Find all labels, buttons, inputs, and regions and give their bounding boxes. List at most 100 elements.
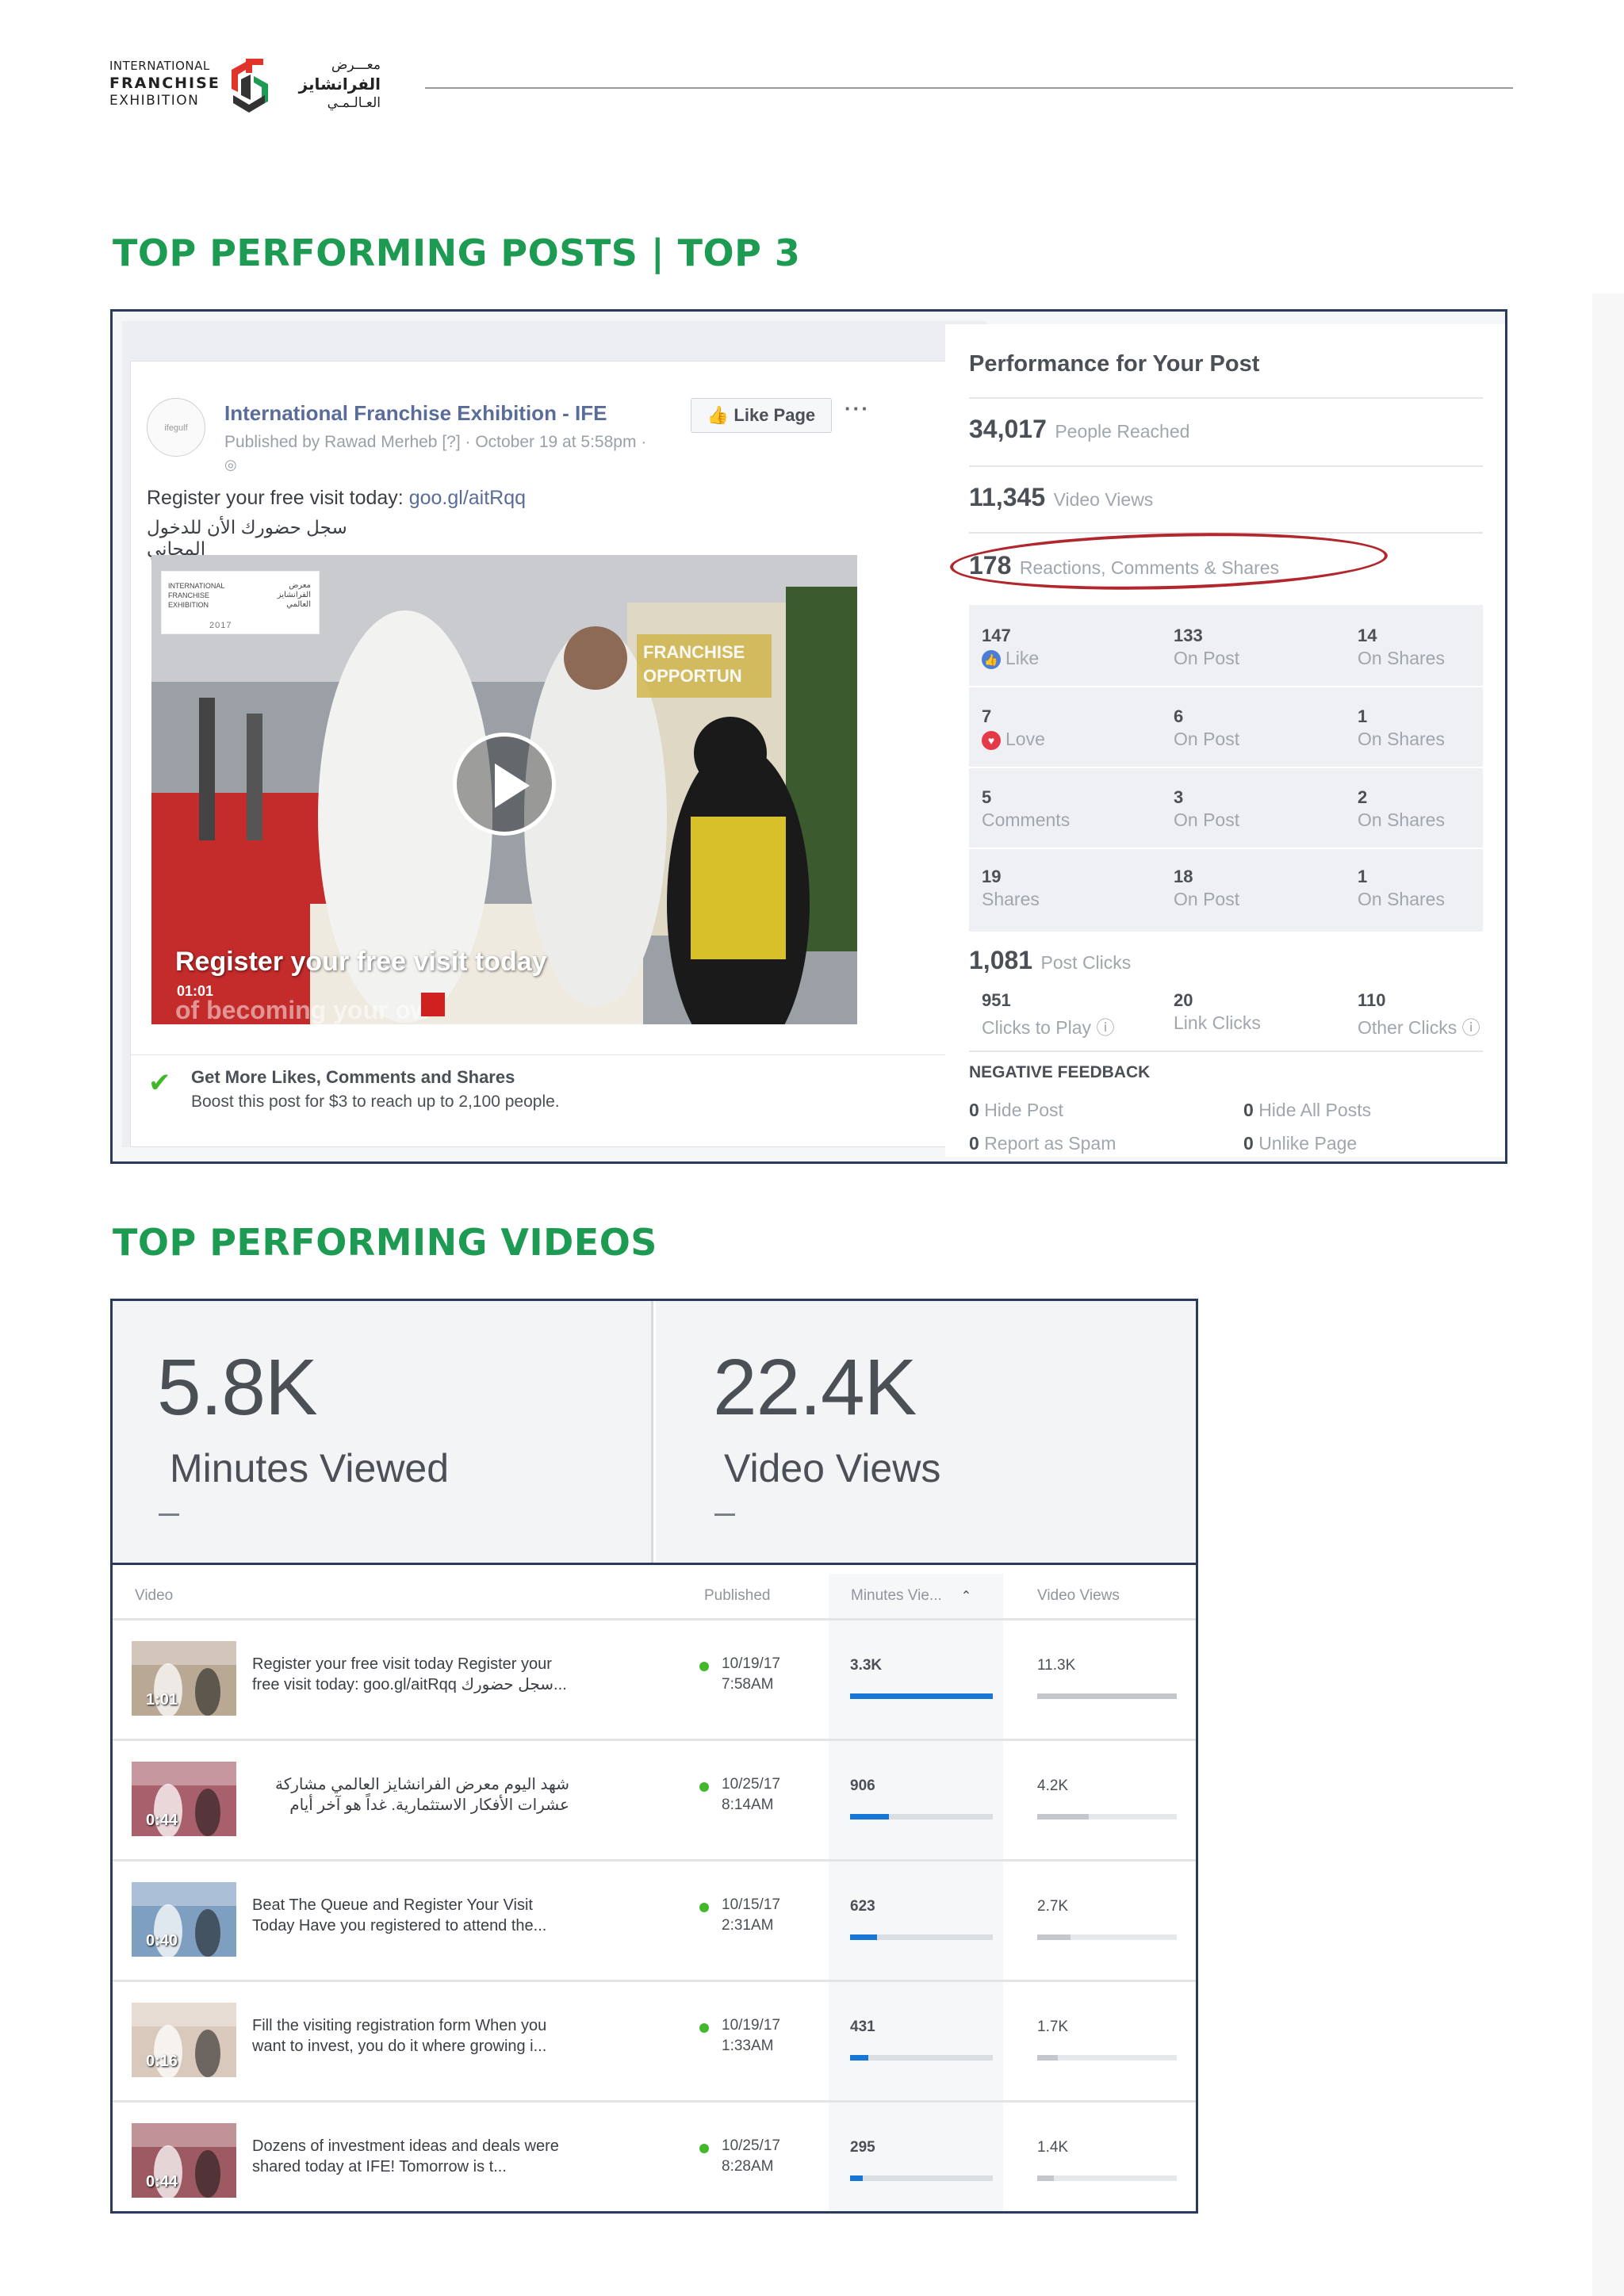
performance-panel: Performance for Your Post 34,017 People … — [945, 324, 1505, 1157]
logo-english-text: INTERNATIONAL FRANCHISE EXHIBITION — [109, 57, 220, 109]
published-status-dot — [699, 2144, 709, 2153]
comments-on-post-count: 3 — [1174, 787, 1184, 807]
link-clicks: 20 Link Clicks — [1174, 990, 1261, 1034]
video-thumbnail[interactable]: 0:44 — [132, 2123, 236, 2198]
video-logo-ar: معرض الفرانشايز العالمي — [277, 581, 311, 609]
post-video[interactable]: INTERNATIONAL FRANCHISE EXHIBITION معرض … — [151, 555, 857, 1024]
clicks-to-play: 951 Clicks to Play ⓘ — [982, 990, 1114, 1039]
post-clicks-label: Post Clicks — [1040, 952, 1132, 973]
like-count: 147 — [982, 626, 1011, 645]
grid-divider — [969, 848, 1483, 849]
video-ife-logo: INTERNATIONAL FRANCHISE EXHIBITION معرض … — [161, 571, 320, 634]
logo-en-line-3: EXHIBITION — [109, 93, 200, 109]
page-avatar[interactable]: ifegulf — [147, 398, 205, 457]
minutes-bar-fill — [850, 1934, 877, 1940]
video-table-row[interactable]: 0:44 شهد اليوم معرض الفرانشايز العالمي مش… — [113, 1741, 1196, 1862]
minutes-bar-fill — [850, 1814, 889, 1820]
video-views-value: 1.4K — [1037, 2139, 1069, 2156]
other-clicks-label: Other Clicks — [1358, 1017, 1457, 1038]
shares-label: Shares — [982, 889, 1040, 909]
info-icon[interactable]: ⓘ — [1096, 1017, 1114, 1038]
minutes-bar-track — [850, 1934, 993, 1940]
like-label: Like — [1005, 648, 1040, 668]
column-header-video[interactable]: Video — [135, 1574, 173, 1623]
like-on-post-count: 133 — [1174, 626, 1203, 645]
published-day: 10/25/17 — [722, 1776, 780, 1793]
minutes-bar-fill — [850, 1693, 993, 1699]
boost-title[interactable]: Get More Likes, Comments and Shares — [191, 1067, 515, 1088]
shares-count: 19 — [982, 867, 1002, 886]
published-date: 10/15/17 2:31AM — [722, 1895, 780, 1936]
views-bar-fill — [1037, 1693, 1177, 1699]
video-table-row[interactable]: 0:44 Dozens of investment ideas and deals… — [113, 2103, 1196, 2211]
video-table-row[interactable]: 1:01 Register your free visit today Regis… — [113, 1621, 1196, 1741]
video-thumbnail[interactable]: 0:40 — [132, 1882, 236, 1957]
page-name-link[interactable]: International Franchise Exhibition - IFE — [224, 401, 607, 426]
video-title[interactable]: Fill the visiting registration form When… — [252, 2015, 569, 2058]
video-caption: Register your free visit today — [175, 947, 547, 977]
more-options-icon[interactable]: ··· — [845, 396, 870, 421]
video-duration: 0:40 — [146, 1932, 178, 1950]
post-screenshot: ifegulf International Franchise Exhibiti… — [110, 309, 1507, 1164]
video-title[interactable]: Beat The Queue and Register Your Visit T… — [252, 1895, 569, 1938]
video-title[interactable]: Dozens of investment ideas and deals wer… — [252, 2136, 569, 2179]
logo-mark-icon — [232, 59, 268, 113]
video-table-row[interactable]: 0:40 Beat The Queue and Register Your Vis… — [113, 1862, 1196, 1982]
checkmark-icon: ✔ — [148, 1068, 171, 1098]
views-bar-track — [1037, 1934, 1177, 1940]
section-title-top-posts: TOP PERFORMING POSTS | TOP 3 — [113, 232, 801, 274]
negative-divider — [969, 1050, 1483, 1052]
grid-divider — [969, 686, 1483, 687]
video-title[interactable]: Register your free visit today Register … — [252, 1654, 569, 1697]
published-time: 8:14AM — [722, 1797, 774, 1813]
video-views-value: 4.2K — [1037, 1777, 1069, 1794]
post-link[interactable]: goo.gl/aitRqq — [409, 487, 526, 509]
boost-subtitle: Boost this post for $3 to reach up to 2,… — [191, 1093, 560, 1111]
logo-ar-line-3: العـالـمـي — [327, 95, 381, 111]
video-views-value: 2.7K — [1037, 1898, 1069, 1915]
video-views-card: 22.4K Video Views — [656, 1301, 1196, 1563]
published-date: 10/25/17 8:14AM — [722, 1774, 780, 1816]
video-thumbnail[interactable]: 0:44 — [132, 1762, 236, 1836]
minutes-bar-track — [850, 1814, 993, 1820]
column-header-views[interactable]: Video Views — [1037, 1574, 1120, 1623]
views-bar-track — [1037, 2055, 1177, 2061]
minutes-bar-fill — [850, 2175, 863, 2181]
play-icon[interactable] — [453, 733, 556, 836]
kpi-dash — [714, 1513, 735, 1516]
shares-on-shares: 1 On Shares — [1358, 867, 1505, 910]
other-clicks-value: 110 — [1358, 990, 1386, 1010]
like-total: 147 👍 Like — [982, 626, 1156, 669]
unlike-page-value: 0 — [1243, 1133, 1254, 1154]
info-icon[interactable]: ⓘ — [1462, 1017, 1480, 1038]
grid-divider — [969, 767, 1483, 768]
column-header-published[interactable]: Published — [704, 1574, 770, 1623]
published-date: 10/19/17 7:58AM — [722, 1654, 780, 1695]
report-spam: 0 Report as Spam — [969, 1133, 1116, 1154]
chevron-up-icon[interactable]: ⌃ — [961, 1575, 971, 1619]
published-day: 10/19/17 — [722, 1655, 780, 1672]
video-title[interactable]: شهد اليوم معرض الفرانشايز العالمي مشاركة… — [252, 1774, 569, 1817]
comments-on-post: 3 On Post — [1174, 787, 1348, 831]
video-table-row[interactable]: 0:16 Fill the visiting registration form … — [113, 1982, 1196, 2103]
video-thumbnail[interactable]: 0:16 — [132, 2003, 236, 2077]
facebook-post-panel: ifegulf International Franchise Exhibiti… — [122, 321, 986, 1147]
minutes-bar-track — [850, 2055, 993, 2061]
like-on-shares-count: 14 — [1358, 626, 1377, 645]
shares-total: 19 Shares — [982, 867, 1156, 910]
post-clicks-row: 1,081 Post Clicks — [969, 946, 1131, 975]
post-divider — [131, 1054, 976, 1055]
like-page-button[interactable]: 👍 Like Page — [691, 398, 832, 433]
reached-label: People Reached — [1055, 421, 1190, 442]
column-header-minutes[interactable]: Minutes Vie... ⌃ — [829, 1574, 1003, 1623]
on-post-label: On Post — [1174, 809, 1240, 830]
clicks-to-play-value: 951 — [982, 990, 1011, 1010]
hide-post-label: Hide Post — [984, 1100, 1063, 1120]
published-date: 10/25/17 8:28AM — [722, 2136, 780, 2177]
video-duration: 0:44 — [146, 1812, 178, 1829]
minutes-column-shade — [829, 2103, 1003, 2211]
published-time: 1:33AM — [722, 2038, 774, 2054]
hide-all-posts: 0 Hide All Posts — [1243, 1100, 1371, 1121]
video-thumbnail[interactable]: 1:01 — [132, 1641, 236, 1716]
on-shares-label: On Shares — [1358, 889, 1445, 909]
